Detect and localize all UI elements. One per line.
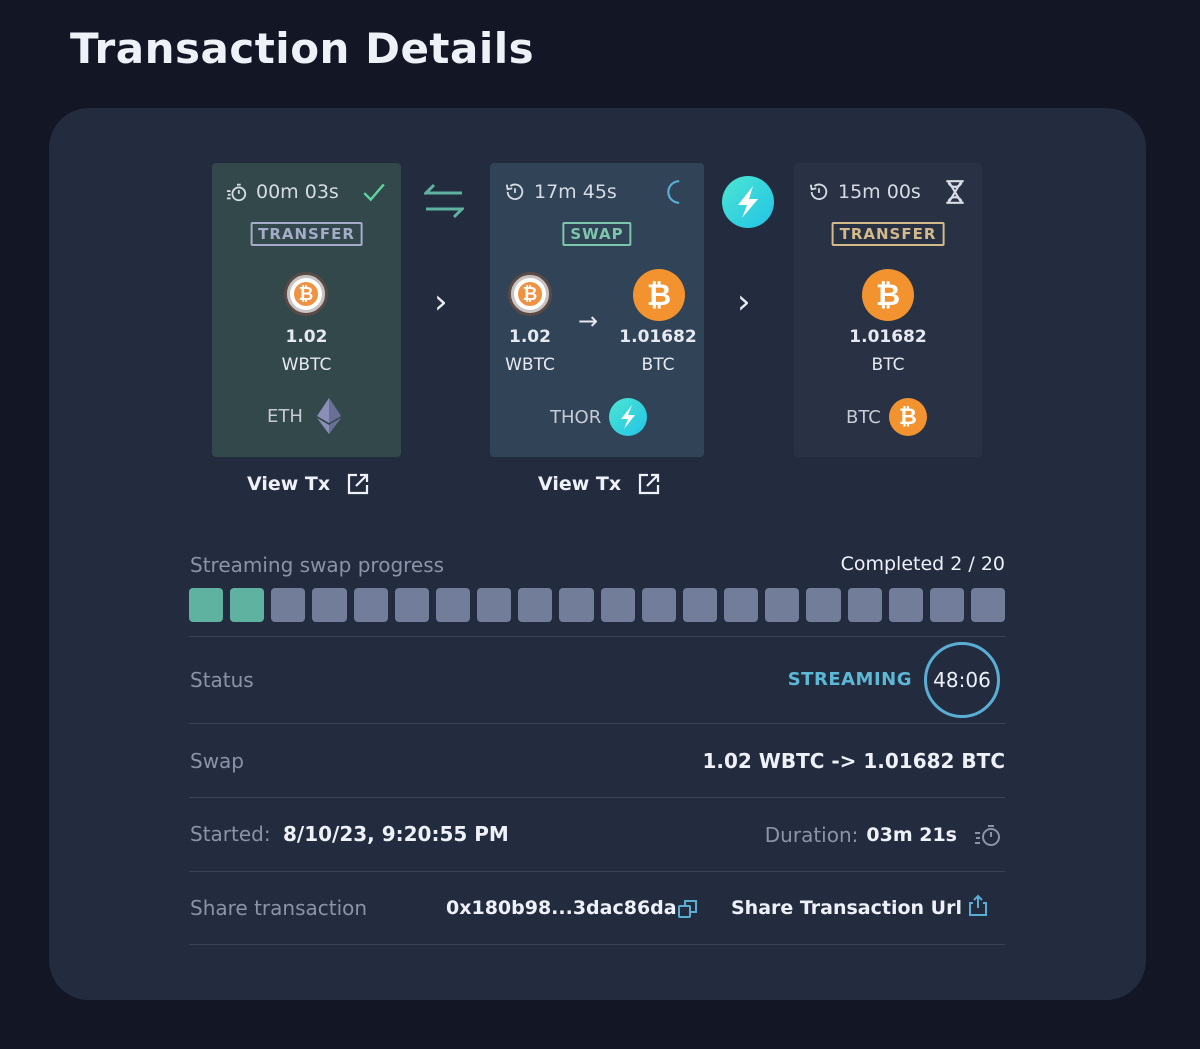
progress-segment-pending — [970, 588, 1006, 622]
progress-segment-pending — [518, 588, 553, 622]
chevron-right-icon: › — [737, 282, 751, 322]
progress-segment-pending — [929, 588, 964, 622]
status-label: Status — [190, 668, 254, 692]
countdown-timer: 48:06 — [924, 642, 1000, 718]
started-value: 8/10/23, 9:20:55 PM — [282, 822, 509, 846]
step-ticker: BTC — [871, 355, 905, 375]
progress-label: Streaming swap progress — [190, 553, 445, 577]
step-to-amount: 1.01682 — [619, 327, 697, 347]
arrow-right-icon: → — [578, 307, 599, 335]
share-url-button[interactable]: Share Transaction Url — [731, 897, 962, 919]
step-to-ticker: BTC — [641, 355, 675, 375]
step-ticker: WBTC — [281, 355, 332, 375]
divider — [189, 871, 1005, 872]
chain-label: BTC — [846, 406, 881, 428]
view-tx-link-1[interactable]: View Tx — [247, 472, 370, 496]
progress-segment-pending — [312, 588, 347, 622]
wbtc-coin-icon: ₿ — [284, 272, 328, 316]
progress-segment-pending — [435, 588, 471, 622]
wbtc-coin-icon: ₿ — [508, 272, 552, 316]
history-icon — [809, 183, 828, 201]
btc-coin-icon: ₿ — [633, 269, 685, 321]
progress-segment-pending — [682, 588, 718, 622]
external-link-icon — [348, 473, 369, 495]
progress-segment-pending — [600, 588, 635, 622]
step-type-badge: TRANSFER — [250, 222, 363, 246]
step-timer-value: 00m 03s — [256, 181, 339, 203]
status-badge: STREAMING — [787, 669, 912, 690]
step-chain: THOR — [550, 398, 648, 436]
external-link-icon — [639, 473, 660, 495]
started-row: Started: 8/10/23, 9:20:55 PM — [190, 822, 509, 846]
share-icon[interactable] — [967, 894, 989, 916]
btc-coin-icon: ₿ — [862, 269, 914, 321]
progress-segment-pending — [559, 588, 594, 622]
stopwatch-icon — [975, 825, 1000, 846]
step-timer: 15m 00s — [808, 179, 968, 205]
step-timer: 00m 03s — [226, 179, 387, 205]
progress-segment-pending — [724, 588, 759, 622]
progress-segment-pending — [353, 588, 388, 622]
chain-label: ETH — [267, 405, 303, 427]
progress-count: Completed 2 / 20 — [840, 553, 1005, 575]
swap-label: Swap — [190, 749, 245, 773]
swap-arrows-icon — [424, 183, 464, 219]
tx-hash[interactable]: 0x180b98...3dac86da — [446, 897, 677, 919]
divider — [189, 797, 1005, 798]
progress-segment-pending — [847, 588, 882, 622]
chain-label: THOR — [550, 406, 602, 428]
progress-segment-completed — [230, 588, 265, 622]
view-tx-label: View Tx — [247, 473, 331, 495]
view-tx-link-2[interactable]: View Tx — [538, 472, 661, 496]
progress-segment-pending — [765, 588, 800, 622]
step-amount: 1.02 — [285, 327, 328, 347]
step-amount: 1.01682 — [849, 327, 927, 347]
divider — [189, 636, 1005, 637]
step-chain: ETH — [267, 398, 341, 434]
progress-segments — [189, 588, 1006, 622]
step-swap-thor: 17m 45s SWAP ₿ ₿ 1.02 WBTC → 1.01682 BTC… — [490, 163, 704, 457]
thorchain-icon — [609, 398, 648, 436]
progress-segment-pending — [888, 588, 923, 622]
duration-value: 03m 21s — [866, 824, 957, 846]
history-icon — [505, 183, 524, 201]
spinner-icon — [667, 180, 680, 204]
step-from-amount: 1.02 — [509, 327, 551, 347]
divider — [189, 723, 1005, 724]
step-timer-value: 17m 45s — [534, 181, 617, 203]
hourglass-icon — [946, 180, 964, 204]
duration-row: Duration: 03m 21s — [765, 822, 1003, 848]
step-transfer-eth: 00m 03s TRANSFER ₿ 1.02 WBTC ETH — [212, 163, 401, 457]
progress-segment-pending — [641, 588, 676, 622]
copy-icon[interactable] — [677, 898, 699, 920]
check-icon — [363, 183, 385, 202]
divider — [189, 944, 1005, 945]
step-timer: 17m 45s — [504, 179, 690, 205]
chevron-right-icon: › — [434, 282, 448, 322]
page-title: Transaction Details — [70, 24, 535, 73]
progress-segment-completed — [189, 588, 224, 622]
thorchain-icon — [722, 176, 774, 228]
step-chain: BTC ₿ — [846, 398, 927, 436]
progress-segment-pending — [477, 588, 512, 622]
step-from-ticker: WBTC — [505, 355, 555, 375]
eth-icon — [316, 398, 341, 434]
step-transfer-btc: 15m 00s TRANSFER ₿ 1.01682 BTC BTC ₿ — [794, 163, 982, 457]
progress-segment-pending — [271, 588, 306, 622]
stopwatch-icon — [226, 183, 247, 202]
swap-value: 1.02 WBTC -> 1.01682 BTC — [702, 749, 1005, 773]
duration-label: Duration: — [764, 823, 859, 847]
step-timer-value: 15m 00s — [838, 181, 921, 203]
started-label: Started: — [190, 822, 271, 846]
progress-segment-pending — [806, 588, 841, 622]
btc-icon: ₿ — [888, 398, 927, 436]
share-label: Share transaction — [190, 896, 368, 920]
step-type-badge: SWAP — [562, 222, 632, 246]
step-type-badge: TRANSFER — [831, 222, 945, 246]
progress-segment-pending — [394, 588, 429, 622]
view-tx-label: View Tx — [538, 473, 622, 495]
